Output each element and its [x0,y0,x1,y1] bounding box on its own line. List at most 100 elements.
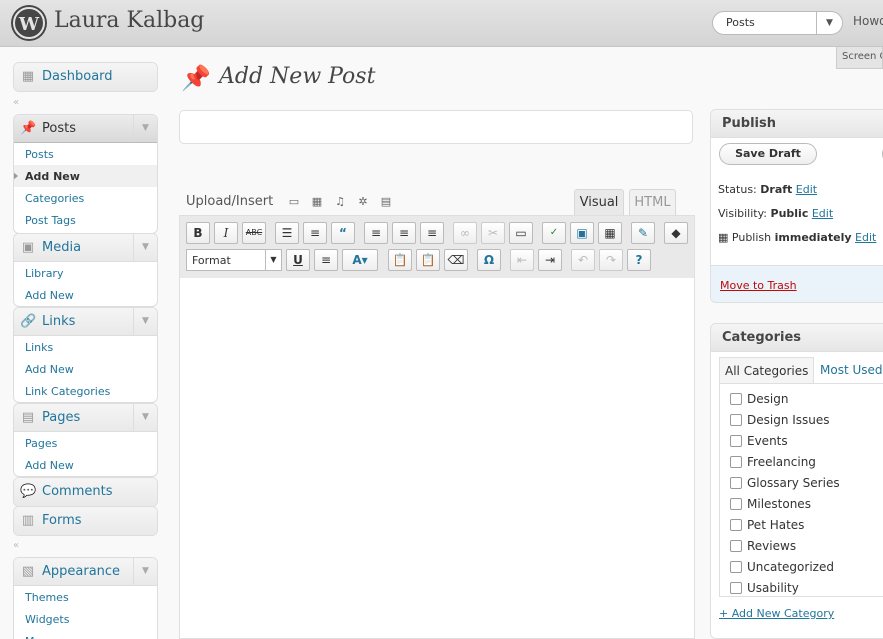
add-new-category-link[interactable]: + Add New Category [719,607,834,620]
checkbox[interactable] [730,414,742,426]
italic-icon[interactable]: I [214,222,238,244]
paste-word-icon[interactable]: 📋 [416,249,440,271]
tab-most-used[interactable]: Most Used [815,357,883,383]
checkbox[interactable] [730,393,742,405]
menu-toggle-icon[interactable]: ▼ [133,308,157,335]
post-title-input[interactable] [179,110,693,144]
menu-posts-label[interactable]: Posts [42,121,76,136]
submenu-posts[interactable]: Posts [14,143,157,165]
strikethrough-icon[interactable]: ABC [242,222,266,244]
category-item-events[interactable]: Events [730,434,788,448]
submenu-add-new-link[interactable]: Add New [14,358,157,380]
redo-icon[interactable]: ↷ [599,249,623,271]
edit-status-link[interactable]: Edit [796,183,817,196]
chevron-down-icon[interactable]: ▼ [265,250,281,270]
submenu-library[interactable]: Library [14,262,157,284]
submenu-menus[interactable]: Menus [14,630,157,639]
submenu-themes[interactable]: Themes [14,586,157,608]
menu-media-label[interactable]: Media [42,240,81,255]
checkbox[interactable] [730,435,742,447]
submenu-links[interactable]: Links [14,336,157,358]
tab-visual[interactable]: Visual [574,189,624,215]
menu-appearance-label[interactable]: Appearance [42,564,120,579]
add-video-icon[interactable]: ▦ [310,195,324,209]
category-item-design[interactable]: Design [730,392,788,406]
favorite-actions-dropdown[interactable]: Posts ▼ [712,11,843,35]
undo-icon[interactable]: ↶ [571,249,595,271]
menu-toggle-icon[interactable]: ▼ [133,234,157,261]
bullet-list-icon[interactable]: ☰ [275,222,299,244]
underline-icon[interactable]: U [286,249,310,271]
submenu-add-new-page[interactable]: Add New [14,454,157,476]
text-color-icon[interactable]: A▾ [342,249,378,271]
category-item-usability[interactable]: Usability [730,581,799,595]
insert-link-icon[interactable]: ∞ [453,222,477,244]
add-audio-icon[interactable]: ♫ [333,195,347,209]
checkbox[interactable] [730,498,742,510]
checkbox[interactable] [730,540,742,552]
add-image-icon[interactable]: ▭ [287,195,301,209]
crow-icon[interactable]: ◆ [664,222,688,244]
format-dropdown[interactable]: Format ▼ [186,249,282,271]
category-item-uncategorized[interactable]: Uncategorized [730,560,834,574]
eraser-icon[interactable]: ⌫ [444,249,468,271]
spellcheck-icon[interactable]: ✓ [542,222,566,244]
special-character-icon[interactable]: Ω [477,249,501,271]
help-icon[interactable]: ? [627,249,651,271]
align-right-icon[interactable]: ≡ [420,222,444,244]
edit-schedule-link[interactable]: Edit [855,231,876,244]
justify-icon[interactable]: ≡ [314,249,338,271]
edit-visibility-link[interactable]: Edit [812,207,833,220]
category-item-pet-hates[interactable]: Pet Hates [730,518,804,532]
menu-comments[interactable]: 💬 Comments [13,477,158,507]
fullscreen-icon[interactable]: ▣ [570,222,594,244]
tab-html[interactable]: HTML [629,189,676,215]
submenu-add-new-media[interactable]: Add New [14,284,157,306]
paste-text-icon[interactable]: 📋 [388,249,412,271]
align-left-icon[interactable]: ≡ [364,222,388,244]
save-draft-button[interactable]: Save Draft [719,143,817,165]
submenu-categories[interactable]: Categories [14,187,157,209]
menu-separator-arrow-icon[interactable]: « [13,540,19,551]
unlink-icon[interactable]: ✂ [481,222,505,244]
checkbox[interactable] [730,519,742,531]
indent-icon[interactable]: ⇥ [538,249,562,271]
submenu-link-categories[interactable]: Link Categories [14,380,157,402]
menu-pages-label[interactable]: Pages [42,410,80,425]
menu-pages-header[interactable]: ▤ Pages ▼ [14,404,157,432]
menu-links-header[interactable]: 🔗 Links ▼ [14,308,157,336]
category-item-freelancing[interactable]: Freelancing [730,455,816,469]
category-item-design-issues[interactable]: Design Issues [730,413,830,427]
menu-posts-header[interactable]: 📌 Posts ▼ [14,115,157,143]
screen-options-button[interactable]: Screen O [836,47,883,69]
menu-separator-arrow-icon[interactable]: « [13,97,19,108]
category-item-milestones[interactable]: Milestones [730,497,811,511]
menu-links-label[interactable]: Links [42,314,75,329]
insert-more-tag-icon[interactable]: ▭ [509,222,533,244]
pencil-icon[interactable]: ✎ [631,222,655,244]
move-to-trash-link[interactable]: Move to Trash [720,279,797,292]
wordpress-logo-icon[interactable]: W [13,7,45,39]
checkbox[interactable] [730,477,742,489]
numbered-list-icon[interactable]: ≡ [303,222,327,244]
submenu-pages[interactable]: Pages [14,432,157,454]
bold-icon[interactable]: B [186,222,210,244]
submenu-add-new-post[interactable]: Add New [14,165,157,187]
submenu-post-tags[interactable]: Post Tags [14,209,157,231]
menu-comments-label[interactable]: Comments [42,484,112,499]
menu-toggle-icon[interactable]: ▼ [133,115,157,142]
menu-dashboard[interactable]: ▦ Dashboard [13,62,158,92]
checkbox[interactable] [730,456,742,468]
category-item-glossary-series[interactable]: Glossary Series [730,476,840,490]
tab-all-categories[interactable]: All Categories [719,357,815,383]
menu-toggle-icon[interactable]: ▼ [133,558,157,585]
category-item-reviews[interactable]: Reviews [730,539,796,553]
checkbox[interactable] [730,582,742,594]
kitchen-sink-icon[interactable]: ▦ [598,222,622,244]
submenu-widgets[interactable]: Widgets [14,608,157,630]
add-form-icon[interactable]: ▤ [379,195,393,209]
checkbox[interactable] [730,561,742,573]
menu-appearance-header[interactable]: ▧ Appearance ▼ [14,558,157,586]
site-title[interactable]: Laura Kalbag [54,8,204,33]
menu-dashboard-label[interactable]: Dashboard [42,69,113,84]
